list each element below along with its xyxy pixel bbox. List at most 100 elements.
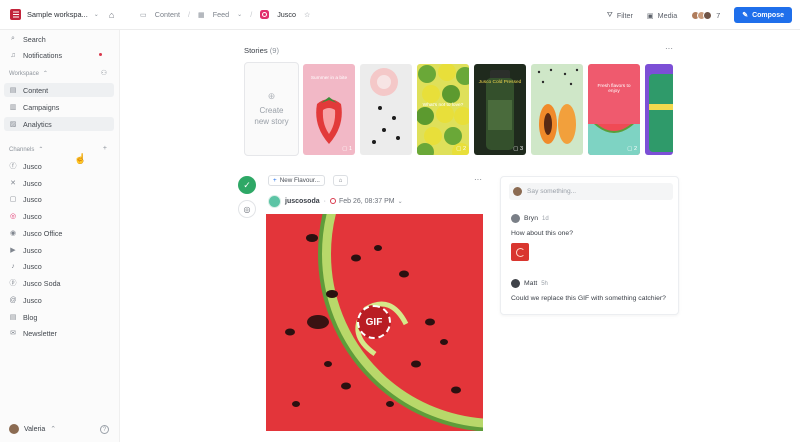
channels-section-heading[interactable]: Channels ⌃ (9, 146, 43, 154)
sidebar-channel-youtube[interactable]: ▶ Jusco (4, 243, 114, 257)
campaign-tag[interactable]: + New Flavour... (268, 175, 325, 186)
sidebar-item-label: Jusco (23, 295, 42, 305)
plus-icon: ⊕ (267, 91, 276, 101)
story-card[interactable] (360, 64, 412, 155)
sidebar-channel-pinterest[interactable]: ⓟ Jusco Soda (4, 276, 114, 290)
sidebar-channel-linkedin[interactable]: ▢ Jusco (4, 192, 114, 206)
members-icon[interactable]: ⚇ (101, 69, 107, 77)
blog-icon: ▤ (9, 314, 17, 321)
story-card[interactable] (531, 64, 583, 155)
toolbar-right: ⛛ Filter ▣ Media 7 ✎ Compose (607, 0, 792, 30)
filter-button[interactable]: ⛛ Filter (607, 10, 633, 20)
story-caption: Fresh flavors to enjoy (597, 84, 631, 95)
story-image-citrus (417, 64, 469, 155)
instagram-channel-button[interactable]: ◎ (238, 200, 256, 218)
collaborators-button[interactable]: 7 (691, 10, 720, 20)
sidebar-channel-instagram[interactable]: ◎ Jusco (4, 209, 114, 223)
home-icon[interactable]: ⌂ (109, 10, 114, 20)
workspace-switcher[interactable]: Sample workspa... ⌄ ⌂ (0, 0, 122, 30)
tag-icon: ⌂ (338, 177, 343, 184)
breadcrumb-feed[interactable]: Feed (213, 10, 229, 19)
sidebar-item-content[interactable]: ▤ Content (4, 83, 114, 97)
chevron-down-icon: ⌄ (93, 12, 99, 18)
sidebar-channel-x[interactable]: ✕ Jusco (4, 176, 114, 190)
help-icon[interactable]: ? (100, 425, 109, 434)
newsletter-icon: ✉ (10, 330, 16, 337)
breadcrumb-content[interactable]: Content (155, 10, 180, 19)
comment-attachment[interactable] (511, 243, 529, 261)
sidebar-channel-newsletter[interactable]: ✉ Newsletter (4, 326, 114, 340)
sidebar-toggle-icon[interactable]: ▭ (140, 10, 147, 19)
comment-header: Bryn 1d (511, 214, 549, 223)
campaign-tag-label: New Flavour... (279, 177, 320, 184)
sidebar-channel-tiktok[interactable]: ♪ Jusco (4, 259, 114, 273)
sidebar-channel-google-business[interactable]: ◉ Jusco Office (4, 226, 114, 240)
more-options-icon[interactable]: ··· (665, 44, 673, 53)
section-heading-label: Workspace (9, 70, 39, 77)
separator-dot: · (323, 197, 326, 205)
story-comments: ▢ 2 (627, 146, 637, 152)
breadcrumb-account[interactable]: Jusco (277, 10, 296, 19)
star-icon[interactable]: ☆ (304, 10, 310, 19)
create-story-card[interactable]: ⊕ Create new story (244, 62, 299, 156)
post-username[interactable]: juscosoda (285, 198, 320, 205)
story-card[interactable] (645, 64, 673, 155)
youtube-icon: ▶ (10, 247, 16, 254)
feed-icon: ▦ (197, 10, 205, 19)
clock-icon (329, 198, 336, 204)
sidebar-item-analytics[interactable]: ▨ Analytics (4, 117, 114, 131)
story-comment-count: 3 (519, 146, 523, 152)
media-label: Media (657, 10, 678, 20)
compose-label: Compose (752, 11, 784, 19)
sidebar-item-label: Jusco Office (23, 228, 63, 238)
post-schedule[interactable]: Feb 26, 08:37 PM ⌄ (329, 198, 403, 205)
story-image-watermelon (588, 124, 640, 155)
comment-header: Matt 5h (511, 279, 548, 288)
approved-status-button[interactable]: ✓ (238, 176, 256, 194)
add-label-button[interactable]: ⌂ (333, 175, 348, 186)
comment-author: Bryn (524, 215, 538, 222)
chevron-down-icon[interactable]: ⌄ (237, 11, 242, 18)
story-card[interactable]: Jusco Cold Pressed ▢ 3 (474, 64, 526, 155)
comments-panel: Say something... Bryn 1d How about this … (500, 176, 679, 315)
sidebar-item-label: Search (23, 34, 46, 44)
sidebar-item-campaigns[interactable]: ▥ Campaigns (4, 100, 114, 114)
chevron-up-icon: ⌃ (42, 71, 48, 77)
sidebar-item-label: Campaigns (23, 102, 60, 112)
breadcrumb: ▭ Content / ▦ Feed ⌄ / Jusco ☆ (140, 10, 310, 19)
sidebar-item-label: Analytics (23, 119, 52, 129)
sidebar-channel-threads[interactable]: @ Jusco (4, 293, 114, 307)
avatar (9, 424, 19, 434)
sidebar-channel-facebook[interactable]: ⓕ Jusco (4, 159, 114, 173)
compose-button[interactable]: ✎ Compose (734, 7, 792, 23)
media-button[interactable]: ▣ Media (647, 11, 677, 20)
sidebar-item-label: Jusco Soda (23, 278, 61, 288)
filter-icon: ⛛ (606, 10, 613, 19)
sidebar-item-search[interactable]: ⌕ Search (4, 32, 114, 46)
add-channel-icon[interactable]: + (103, 145, 107, 152)
story-comments: ▢ 1 (342, 146, 352, 152)
more-options-icon[interactable]: ··· (474, 175, 482, 184)
sidebar-item-notifications[interactable]: ♫ Notifications (4, 48, 114, 62)
workspace-logo-icon (10, 9, 21, 20)
avatar (268, 194, 281, 208)
stories-count: (9) (269, 46, 280, 55)
user-menu[interactable]: Valeria ⌃ (9, 424, 56, 434)
story-card[interactable]: Summer in a bite ▢ 1 (303, 64, 355, 155)
sidebar-channel-blog[interactable]: ▤ Blog (4, 310, 114, 324)
chevron-up-icon: ⌃ (50, 426, 57, 433)
comment-input[interactable]: Say something... (509, 183, 673, 200)
story-image-can (649, 74, 673, 152)
sidebar-item-label: Jusco (23, 194, 42, 204)
sidebar-item-label: Jusco (23, 211, 42, 221)
sidebar: ⌕ Search ♫ Notifications Workspace ⌃ ⚇ ▤… (0, 30, 120, 442)
search-icon: ⌕ (11, 35, 15, 42)
avatar (513, 187, 522, 196)
story-card[interactable]: What's not to love? ▢ 2 (417, 64, 469, 155)
workspace-section-heading[interactable]: Workspace ⌃ (9, 70, 48, 78)
story-comment-count: 2 (633, 146, 637, 152)
user-name: Valeria (24, 425, 46, 433)
post-media[interactable]: GIF (266, 214, 483, 431)
story-card[interactable]: Fresh flavors to enjoy ▢ 2 (588, 64, 640, 155)
post-header: juscosoda · Feb 26, 08:37 PM ⌄ (268, 194, 403, 208)
